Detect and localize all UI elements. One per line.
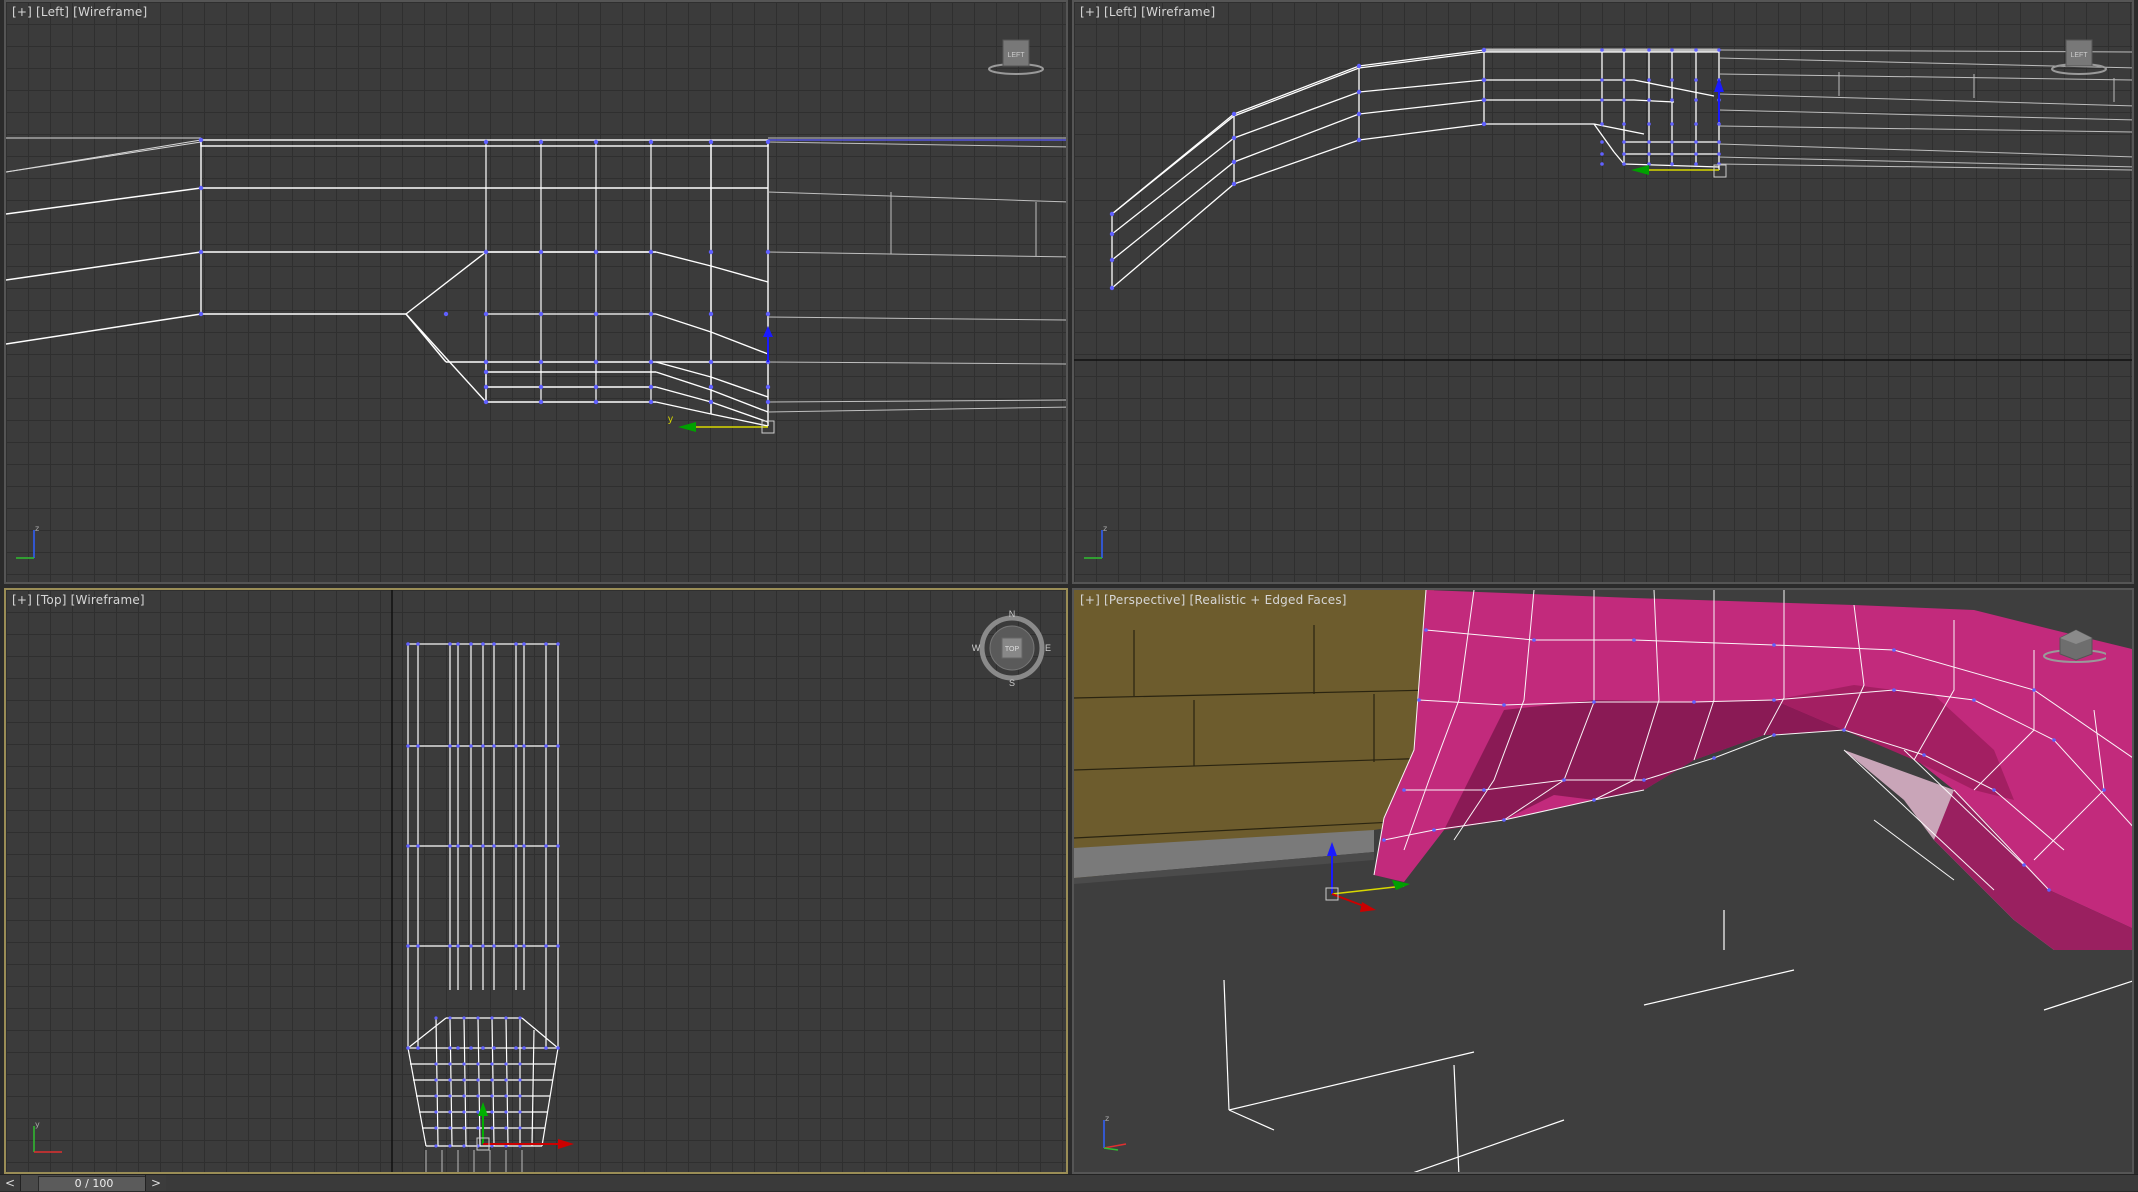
viewcube[interactable]: LEFT: [2044, 32, 2114, 82]
compass-south: S: [1009, 678, 1015, 688]
viewcube-face-label: LEFT: [2070, 52, 2088, 59]
compass-west: W: [972, 643, 981, 653]
viewcube-compass[interactable]: TOP N S E W: [972, 608, 1052, 688]
viewport-top-wireframe[interactable]: [+] [Top] [Wireframe] TOP N S E W y: [4, 588, 1068, 1174]
svg-text:y: y: [668, 414, 673, 425]
svg-text:z: z: [1105, 1114, 1109, 1123]
wireframe-scene: [391, 590, 574, 1172]
axis-tripod: y: [33, 1120, 62, 1153]
viewport-perspective[interactable]: [+] [Perspective] [Realistic + Edged Fac…: [1072, 588, 2134, 1174]
viewport-label[interactable]: [+] [Left] [Wireframe]: [12, 5, 147, 19]
compass-north: N: [1009, 609, 1016, 619]
viewport-label[interactable]: [+] [Left] [Wireframe]: [1080, 5, 1215, 19]
viewcube[interactable]: LEFT: [981, 32, 1051, 82]
axis-tripod: z: [16, 524, 39, 559]
viewport-label[interactable]: [+] [Top] [Wireframe]: [12, 593, 145, 607]
time-slider-bar[interactable]: < 0 / 100 >: [0, 1174, 2138, 1192]
viewcube[interactable]: [2036, 620, 2106, 670]
axis-tripod: z: [1084, 524, 1107, 559]
svg-text:y: y: [35, 1120, 40, 1129]
viewcube-face-label: TOP: [1005, 646, 1020, 653]
svg-text:z: z: [35, 524, 39, 533]
timeline-prev-button[interactable]: <: [0, 1175, 21, 1191]
svg-text:z: z: [1103, 524, 1107, 533]
axis-tripod: z: [1103, 1114, 1127, 1151]
timeline-next-button[interactable]: >: [145, 1175, 167, 1191]
compass-east: E: [1045, 643, 1051, 653]
viewcube-face-label: LEFT: [1007, 52, 1025, 59]
viewport-left-wireframe-2[interactable]: [+] [Left] [Wireframe] LEFT z: [1072, 0, 2134, 584]
perspective-scene: [1074, 590, 2132, 1172]
wireframe-scene: [1074, 47, 2132, 361]
viewport-left-wireframe-1[interactable]: [+] [Left] [Wireframe] y LEFT z: [4, 0, 1068, 584]
timeline-track[interactable]: [166, 1175, 2138, 1191]
viewport-label[interactable]: [+] [Perspective] [Realistic + Edged Fac…: [1080, 593, 1347, 607]
wireframe-scene: y: [6, 137, 1066, 434]
